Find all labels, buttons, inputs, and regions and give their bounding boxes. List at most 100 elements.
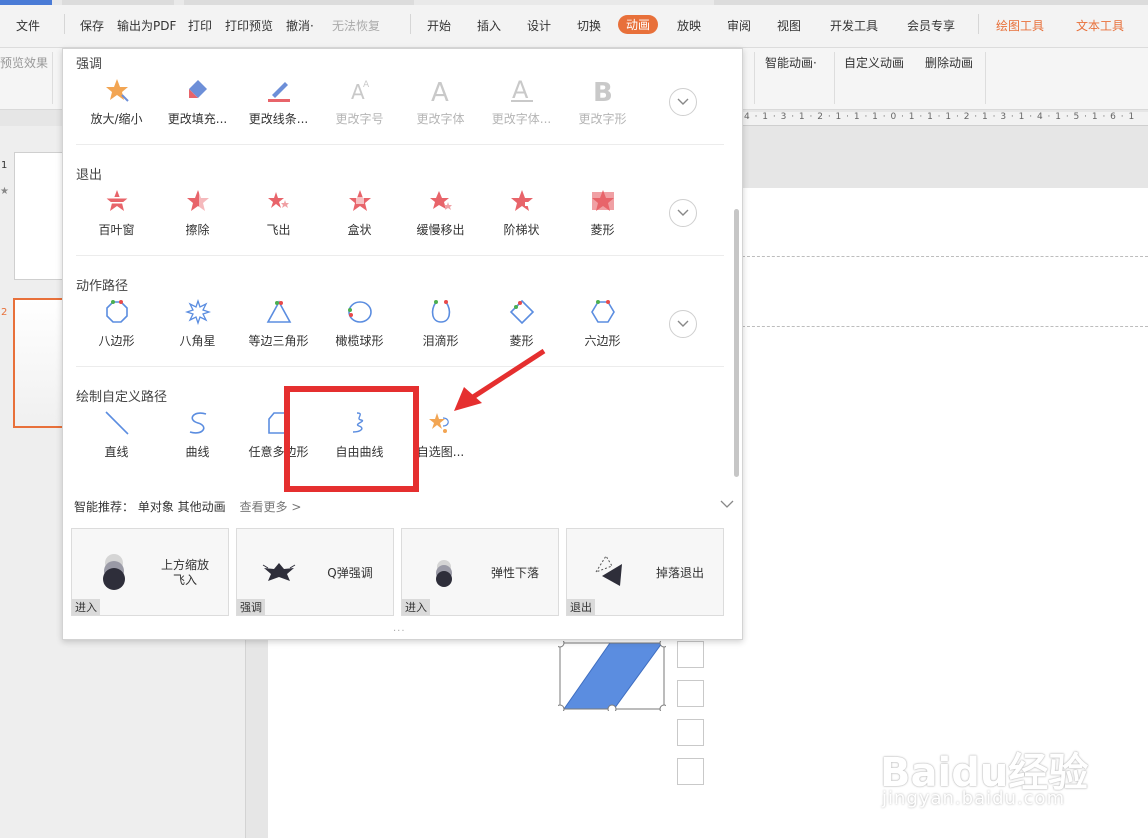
path-octagon[interactable]: 八边形 xyxy=(76,297,157,349)
section-title-emphasis: 强调 xyxy=(76,57,103,72)
expand-motion-path-button[interactable] xyxy=(669,310,697,338)
floating-tool-button[interactable] xyxy=(677,719,704,746)
custom-animation-button[interactable]: 自定义动画 xyxy=(844,54,904,71)
recommend-card-drop-exit[interactable]: 掉落退出 退出 xyxy=(566,528,724,616)
expand-exit-button[interactable] xyxy=(669,199,697,227)
menu-view[interactable]: 视图 xyxy=(777,17,801,34)
horizontal-ruler[interactable]: 4 · 1 · 3 · 1 · 2 · 1 · 1 · 1 · 0 · 1 · … xyxy=(742,112,1148,126)
menu-bar: 文件 保存 输出为PDF 打印 打印预览 撤消· 无法恢复 开始 插入 设计 切… xyxy=(0,0,1148,48)
effect-exit-crawl[interactable]: 缓慢移出 xyxy=(400,186,481,238)
chevron-down-icon xyxy=(677,98,689,105)
recommend-card-elastic-drop[interactable]: 弹性下落 进入 xyxy=(401,528,559,616)
highlight-box xyxy=(284,386,419,492)
tab-doc-2[interactable] xyxy=(62,0,174,5)
pen-line-icon xyxy=(267,82,290,102)
star-grow-icon xyxy=(105,79,129,102)
section-divider xyxy=(76,255,724,256)
star-diamond-icon xyxy=(591,190,614,211)
resize-grip-icon[interactable]: ··· xyxy=(393,626,406,637)
floating-tool-button[interactable] xyxy=(677,758,704,785)
menu-save[interactable]: 保存 xyxy=(80,17,104,34)
effect-change-fill[interactable]: 更改填充... xyxy=(157,75,238,127)
drop-exit-icon xyxy=(594,555,622,586)
curve-path-icon xyxy=(189,412,206,434)
effect-exit-box[interactable]: 盒状 xyxy=(319,186,400,238)
see-more-link[interactable]: 查看更多 > xyxy=(240,500,302,514)
section-divider xyxy=(76,366,724,367)
custom-path-curve[interactable]: 曲线 xyxy=(157,408,238,460)
menu-print[interactable]: 打印 xyxy=(188,17,212,34)
smart-recommendation-label: 智能推荐： xyxy=(74,500,135,514)
recommend-card-zoom-fly-in[interactable]: 上方缩放 飞入 进入 xyxy=(71,528,229,616)
effect-exit-diamond[interactable]: 菱形 xyxy=(562,186,643,238)
effect-exit-fly-out[interactable]: 飞出 xyxy=(238,186,319,238)
effect-grow-shrink[interactable]: 放大/缩小 xyxy=(76,75,157,127)
menu-text-tools[interactable]: 文本工具 xyxy=(1076,17,1124,34)
effect-exit-blinds[interactable]: 百叶窗 xyxy=(76,186,157,238)
panel-scrollbar[interactable] xyxy=(734,209,739,477)
effect-change-font-style[interactable]: B 更改字形 xyxy=(562,75,643,127)
red-arrow-icon xyxy=(454,348,546,411)
fill-bucket-icon xyxy=(188,80,207,98)
section-title-exit: 退出 xyxy=(76,168,103,183)
hexagon-path-icon xyxy=(590,300,615,323)
menu-undo[interactable]: 撤消· xyxy=(286,17,314,34)
effect-change-font-size[interactable]: AA 更改字号 xyxy=(319,75,400,127)
menu-animation[interactable]: 动画 xyxy=(618,15,659,34)
animation-gallery-dropdown[interactable]: 强调 放大/缩小 更改填充... 更改线条... AA 更改字号 A 更改字体 … xyxy=(62,48,743,640)
star8-path-icon xyxy=(184,299,211,325)
menu-file[interactable]: 文件 xyxy=(16,17,40,34)
path-star8[interactable]: 八角星 xyxy=(157,297,238,349)
path-triangle[interactable]: 等边三角形 xyxy=(238,297,319,349)
menu-insert[interactable]: 插入 xyxy=(477,17,501,34)
slide-animation-star-icon: ★ xyxy=(0,186,9,197)
preview-effect-button[interactable]: 预览效果 xyxy=(0,54,48,71)
parallelogram-shape[interactable] xyxy=(558,641,666,711)
effect-exit-wipe[interactable]: 擦除 xyxy=(157,186,238,238)
floating-tool-button[interactable] xyxy=(677,641,704,668)
menu-transition[interactable]: 切换 xyxy=(577,17,601,34)
path-football[interactable]: 橄榄球形 xyxy=(319,297,400,349)
menu-print-preview[interactable]: 打印预览 xyxy=(225,17,273,34)
path-diamond[interactable]: 菱形 xyxy=(481,297,562,349)
menu-separator xyxy=(978,14,979,34)
slide-number: 1 xyxy=(1,160,8,171)
menu-slideshow[interactable]: 放映 xyxy=(677,17,701,34)
expand-emphasis-button[interactable] xyxy=(669,88,697,116)
path-teardrop[interactable]: 泪滴形 xyxy=(400,297,481,349)
zoom-fly-in-icon xyxy=(103,554,125,590)
menu-review[interactable]: 审阅 xyxy=(727,17,751,34)
custom-path-line[interactable]: 直线 xyxy=(76,408,157,460)
recommend-card-name: Q弹强调 xyxy=(327,565,373,580)
menu-export-pdf[interactable]: 输出为PDF xyxy=(117,17,176,34)
menu-developer[interactable]: 开发工具 xyxy=(830,17,878,34)
floating-tool-button[interactable] xyxy=(677,680,704,707)
recommend-card-bounce-emphasis[interactable]: Q弹强调 强调 xyxy=(236,528,394,616)
ribbon-separator xyxy=(834,52,835,104)
menu-redo[interactable]: 无法恢复 xyxy=(332,17,380,34)
triangle-path-icon xyxy=(266,300,291,323)
star-crawl-icon xyxy=(429,191,452,210)
collapse-chevron-icon[interactable] xyxy=(720,499,734,509)
svg-text:A: A xyxy=(512,77,529,103)
tab-doc-3[interactable] xyxy=(184,0,414,5)
menu-member[interactable]: 会员专享 xyxy=(907,17,955,34)
menu-drawing-tools[interactable]: 绘图工具 xyxy=(996,17,1044,34)
effect-change-font-color[interactable]: A 更改字体... xyxy=(481,75,562,127)
tab-active-doc[interactable] xyxy=(0,0,52,5)
star-box-icon xyxy=(348,190,371,211)
delete-animation-button[interactable]: 删除动画 xyxy=(925,54,973,71)
tab-doc-4[interactable] xyxy=(714,0,1148,5)
effect-change-font[interactable]: A 更改字体 xyxy=(400,75,481,127)
effect-change-line[interactable]: 更改线条... xyxy=(238,75,319,127)
smart-animation-button[interactable]: 智能动画· xyxy=(765,54,817,71)
slide-thumbnail-2[interactable] xyxy=(13,298,64,428)
menu-home[interactable]: 开始 xyxy=(427,17,451,34)
path-hexagon[interactable]: 六边形 xyxy=(562,297,643,349)
slide-thumbnail-1[interactable] xyxy=(14,152,64,280)
menu-design[interactable]: 设计 xyxy=(527,17,551,34)
svg-text:B: B xyxy=(593,78,613,103)
effect-exit-steps[interactable]: 阶梯状 xyxy=(481,186,562,238)
star-flyout-icon xyxy=(267,192,289,208)
line-path-icon xyxy=(104,411,129,435)
